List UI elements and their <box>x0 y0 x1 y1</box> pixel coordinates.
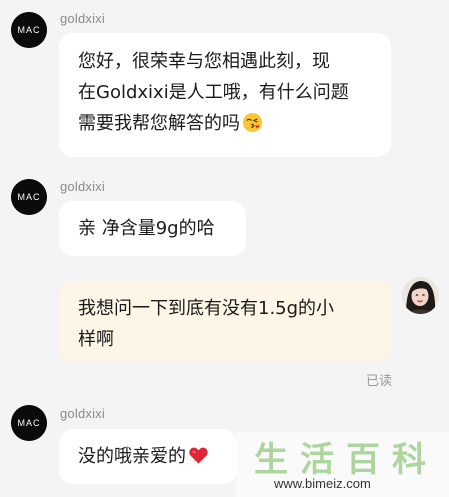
mac-logo-icon: MAC <box>11 12 47 48</box>
agent-avatar[interactable]: MAC <box>11 179 47 215</box>
svg-text:MAC: MAC <box>18 192 41 202</box>
watermark: 生 活 百 科 www.bimeiz.com <box>236 432 449 497</box>
message-bubble-outgoing[interactable]: 我想问一下到底有没有1.5g的小 样啊 <box>59 281 392 362</box>
message-line: 我想问一下到底有没有1.5g的小 <box>78 298 335 319</box>
message-bubble-incoming[interactable]: 您好，很荣幸与您相遇此刻，现 在Goldxixi是人工哦，有什么问题 需要我帮您… <box>59 33 391 157</box>
message-line: 在Goldxixi是人工哦，有什么问题 <box>78 82 349 103</box>
message-line: 样啊 <box>78 329 114 350</box>
agent-avatar[interactable]: MAC <box>11 405 47 441</box>
user-portrait-icon <box>402 277 439 314</box>
agent-avatar[interactable]: MAC <box>11 12 47 48</box>
svg-text:MAC: MAC <box>18 25 41 35</box>
message-line-with-emoji: 需要我帮您解答的吗 <box>78 108 391 139</box>
read-receipt: 已读 <box>366 374 393 389</box>
sender-name: goldxixi <box>60 11 105 26</box>
message-bubble-incoming[interactable]: 没的哦亲爱的 <box>59 429 237 484</box>
sender-name: goldxixi <box>60 406 105 421</box>
message-text-with-emoji: 没的哦亲爱的 <box>78 441 237 472</box>
kissing-face-emoji-icon <box>242 112 263 133</box>
mac-logo-icon: MAC <box>11 179 47 215</box>
sender-name: goldxixi <box>60 179 105 194</box>
message-text: 亲 净含量9g的哈 <box>78 218 215 239</box>
watermark-characters: 生 活 百 科 <box>254 440 428 480</box>
user-avatar[interactable] <box>402 277 439 314</box>
watermark-url: www.bimeiz.com <box>274 476 371 491</box>
mac-logo-icon: MAC <box>11 405 47 441</box>
message-bubble-incoming[interactable]: 亲 净含量9g的哈 <box>59 201 246 256</box>
red-heart-emoji-icon <box>188 445 209 466</box>
message-line: 您好，很荣幸与您相遇此刻，现 <box>78 51 330 72</box>
svg-text:MAC: MAC <box>18 418 41 428</box>
